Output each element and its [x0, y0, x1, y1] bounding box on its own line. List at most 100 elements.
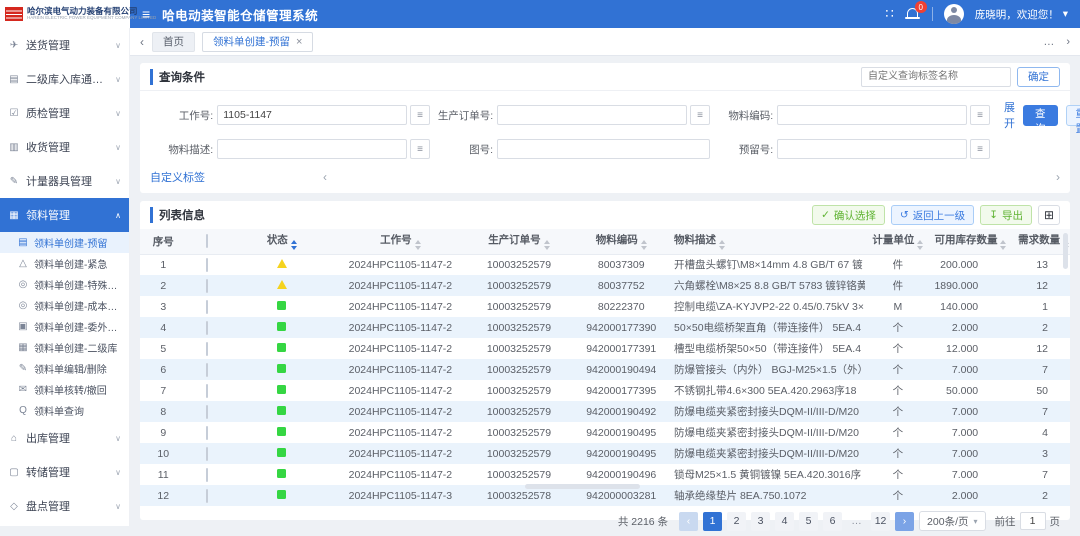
sidebar-item-quality-inspection-mgmt[interactable]: ☑质检管理∨: [0, 96, 129, 130]
user-avatar[interactable]: [944, 4, 964, 24]
row-checkbox[interactable]: [206, 321, 208, 335]
sort-icon[interactable]: [544, 240, 550, 250]
row-checkbox[interactable]: [206, 468, 208, 482]
row-checkbox[interactable]: [206, 426, 208, 440]
sidebar-item-outbound-mgmt[interactable]: ⌂出库管理∨: [0, 421, 129, 455]
column-header-计量单位[interactable]: 计量单位: [865, 229, 930, 254]
column-header-工作号[interactable]: 工作号: [335, 229, 465, 254]
material-code-filter-button[interactable]: ≡: [970, 105, 990, 125]
per-page-select[interactable]: 200条/页 ▾: [919, 511, 985, 531]
sidebar-item-req-query[interactable]: Q领料单查询: [0, 400, 129, 421]
notification-bell-icon[interactable]: 0: [905, 6, 921, 22]
back-up-level-button[interactable]: ↺返回上一级: [891, 205, 974, 225]
column-header-checkbox[interactable]: [187, 229, 229, 254]
expand-link[interactable]: 展开: [1004, 99, 1015, 131]
table-row[interactable]: 42024HPC1105-1147-2100032525799420001773…: [140, 317, 1070, 338]
tabs-scroll-left-icon[interactable]: ‹: [140, 35, 144, 49]
column-header-生产订单号[interactable]: 生产订单号: [465, 229, 572, 254]
row-checkbox[interactable]: [206, 384, 208, 398]
sort-icon[interactable]: [719, 240, 725, 250]
row-checkbox[interactable]: [206, 342, 208, 356]
reset-button[interactable]: 重置: [1066, 105, 1080, 126]
select-all-checkbox[interactable]: [206, 234, 208, 248]
column-header-物料描述[interactable]: 物料描述: [670, 229, 865, 254]
sort-icon[interactable]: [1000, 240, 1006, 250]
table-row[interactable]: 12024HPC1105-1147-21000325257980037309开槽…: [140, 254, 1070, 275]
sidebar-item-req-create-reserved[interactable]: ▤领料单创建-预留: [0, 232, 129, 253]
column-header-可用库存数量[interactable]: 可用库存数量: [930, 229, 1014, 254]
page-button-1[interactable]: 1: [703, 512, 722, 531]
column-settings-button[interactable]: ⊞: [1038, 205, 1060, 225]
next-page-button[interactable]: ›: [895, 512, 914, 531]
table-row[interactable]: 62024HPC1105-1147-2100032525799420001904…: [140, 359, 1070, 380]
sort-icon[interactable]: [415, 240, 421, 250]
tabs-scroll-right-icon[interactable]: ›: [1066, 36, 1070, 48]
material-desc-filter-button[interactable]: ≡: [410, 139, 430, 159]
row-checkbox[interactable]: [206, 279, 208, 293]
table-row[interactable]: 22024HPC1105-1147-21000325257980037752六角…: [140, 275, 1070, 296]
close-icon[interactable]: ×: [296, 36, 302, 48]
row-checkbox[interactable]: [206, 489, 208, 503]
sidebar-item-delivery-mgmt[interactable]: ✈送货管理∨: [0, 28, 129, 62]
horizontal-scrollbar[interactable]: [525, 484, 640, 489]
search-button[interactable]: 查询: [1023, 105, 1058, 126]
sidebar-item-req-transfer-recall[interactable]: ✉领料单核转/撤回: [0, 379, 129, 400]
sidebar-item-material-requisition-mgmt[interactable]: ▦领料管理∧: [0, 198, 129, 232]
custom-tag-name-input[interactable]: [861, 67, 1011, 87]
sort-icon[interactable]: [641, 240, 647, 250]
table-row[interactable]: 102024HPC1105-1147-210003252579942000190…: [140, 443, 1070, 464]
page-button-4[interactable]: 4: [775, 512, 794, 531]
table-row[interactable]: 52024HPC1105-1147-2100032525799420001773…: [140, 338, 1070, 359]
sort-icon[interactable]: [291, 240, 297, 250]
table-row[interactable]: 32024HPC1105-1147-21000325257980222370控制…: [140, 296, 1070, 317]
tags-next-icon[interactable]: ›: [1056, 170, 1060, 184]
row-checkbox[interactable]: [206, 405, 208, 419]
sidebar-item-measuring-tools-mgmt[interactable]: ✎计量器具管理∨: [0, 164, 129, 198]
work-no-input[interactable]: [217, 105, 407, 125]
collapse-sidebar-icon[interactable]: ≡: [142, 6, 150, 22]
production-order-no-input[interactable]: [497, 105, 687, 125]
drawing-no-input[interactable]: [497, 139, 710, 159]
fullscreen-icon[interactable]: ∷: [885, 6, 893, 22]
column-header-需求数量[interactable]: 需求数量: [1014, 229, 1070, 254]
sidebar-item-req-create-cost-center[interactable]: ◎领料单创建-成本中心: [0, 295, 129, 316]
table-row[interactable]: 82024HPC1105-1147-2100032525799420001904…: [140, 401, 1070, 422]
column-header-状态[interactable]: 状态: [228, 229, 335, 254]
production-order-no-filter-button[interactable]: ≡: [690, 105, 710, 125]
reservation-no-input[interactable]: [777, 139, 967, 159]
table-row[interactable]: 72024HPC1105-1147-2100032525799420001773…: [140, 380, 1070, 401]
sidebar-item-receiving-mgmt[interactable]: ▥收货管理∨: [0, 130, 129, 164]
work-no-filter-button[interactable]: ≡: [410, 105, 430, 125]
table-row[interactable]: 92024HPC1105-1147-2100032525799420001904…: [140, 422, 1070, 443]
export-button[interactable]: ↧导出: [980, 205, 1032, 225]
goto-page-input[interactable]: [1020, 512, 1046, 530]
custom-tag-link[interactable]: 自定义标签: [150, 169, 205, 185]
user-menu[interactable]: 庞晓明，欢迎您！ ▾: [975, 7, 1068, 22]
prev-page-button[interactable]: ‹: [679, 512, 698, 531]
row-checkbox[interactable]: [206, 258, 208, 272]
sidebar-item-req-create-special-project[interactable]: ◎领料单创建-特殊项目: [0, 274, 129, 295]
sidebar-item-req-create-l2-warehouse[interactable]: ▦领料单创建-二级库: [0, 337, 129, 358]
page-button-3[interactable]: 3: [751, 512, 770, 531]
table-row[interactable]: 112024HPC1105-1147-210003252579942000190…: [140, 464, 1070, 485]
sidebar-item-transfer-storage-mgmt[interactable]: ▢转储管理∨: [0, 455, 129, 489]
confirm-tag-button[interactable]: 确定: [1017, 67, 1060, 87]
page-button-2[interactable]: 2: [727, 512, 746, 531]
page-button-5[interactable]: 5: [799, 512, 818, 531]
row-checkbox[interactable]: [206, 300, 208, 314]
reservation-no-filter-button[interactable]: ≡: [970, 139, 990, 159]
sidebar-item-req-create-urgent[interactable]: △领料单创建-紧急: [0, 253, 129, 274]
sidebar-item-req-edit-delete[interactable]: ✎领料单编辑/删除: [0, 358, 129, 379]
sort-icon[interactable]: [917, 240, 923, 250]
material-desc-input[interactable]: [217, 139, 407, 159]
sidebar-item-l2-inbound-notice[interactable]: ▤二级库入库通知单∨: [0, 62, 129, 96]
sidebar-item-stocktake-mgmt[interactable]: ◇盘点管理∨: [0, 489, 129, 523]
tab-领料单创建-预留[interactable]: 领料单创建-预留×: [202, 32, 313, 52]
page-button-6[interactable]: 6: [823, 512, 842, 531]
row-checkbox[interactable]: [206, 447, 208, 461]
tags-prev-icon[interactable]: ‹: [323, 170, 327, 184]
vertical-scrollbar[interactable]: [1063, 233, 1068, 269]
column-header-物料编码[interactable]: 物料编码: [572, 229, 670, 254]
tabs-more-icon[interactable]: …: [1043, 36, 1054, 48]
row-checkbox[interactable]: [206, 363, 208, 377]
